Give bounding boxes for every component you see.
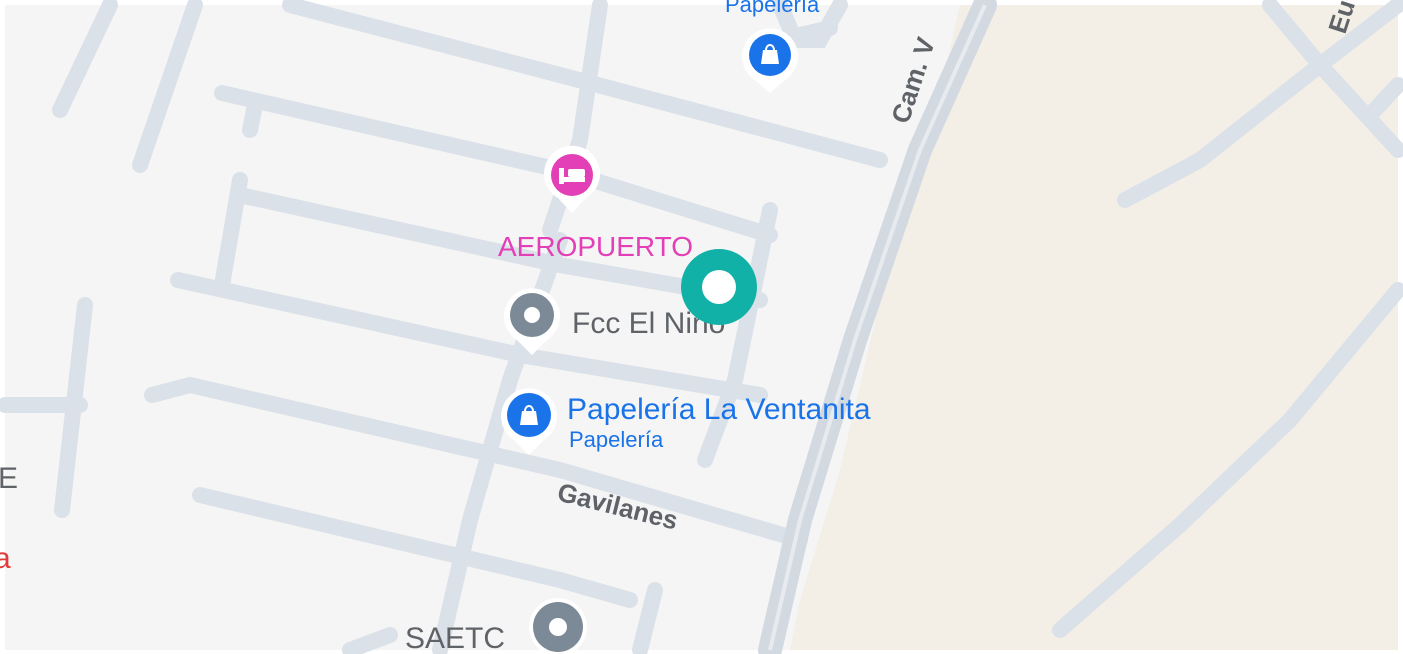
place-label: Papelería	[725, 0, 820, 17]
edge-label-fragment: E	[0, 462, 18, 495]
location-center	[702, 270, 736, 304]
place-label: SAETC	[405, 622, 505, 654]
edge-label-fragment: a	[0, 542, 11, 575]
place-category: Papelería	[569, 427, 664, 452]
dot-icon[interactable]	[529, 598, 587, 654]
map-canvas[interactable]: Cam. V Gavilanes Eu Papelería AEROPUERTO	[0, 0, 1403, 654]
place-label: AEROPUERTO	[498, 231, 693, 262]
current-location-marker[interactable]	[681, 249, 757, 325]
place-label: Papelería La Ventanita	[567, 393, 871, 426]
road-segment	[242, 97, 263, 138]
map-view[interactable]: Cam. V Gavilanes Eu Papelería AEROPUERTO	[0, 0, 1403, 654]
